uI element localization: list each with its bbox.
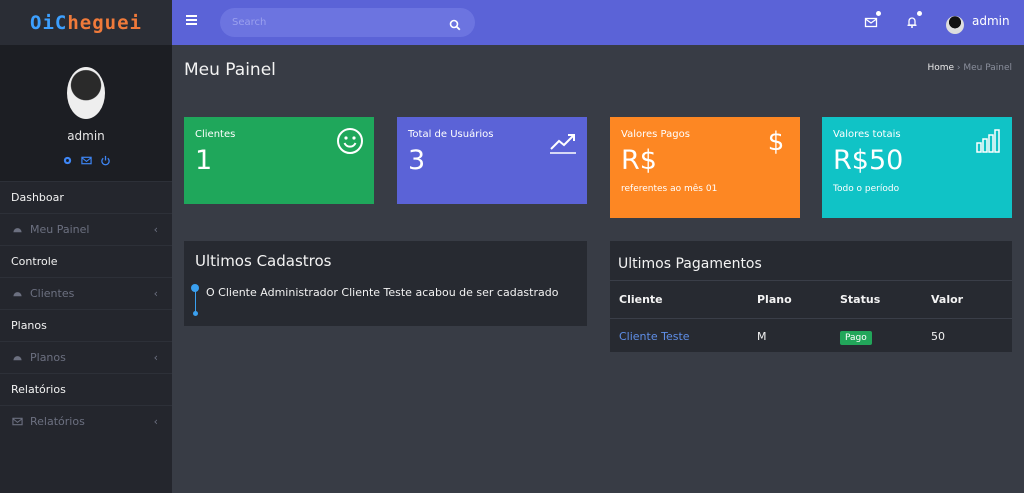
chevron-left-icon: ‹ xyxy=(153,287,158,300)
timeline-dot xyxy=(193,311,198,316)
app-logo[interactable]: Oi Chegue i xyxy=(0,0,172,45)
profile-avatar xyxy=(67,67,105,119)
breadcrumb-home[interactable]: Home xyxy=(927,63,954,73)
breadcrumb-current: Meu Painel xyxy=(963,63,1012,73)
timeline-entry: O Cliente Administrador Cliente Teste ac… xyxy=(206,286,559,299)
power-icon[interactable] xyxy=(100,151,111,166)
page-title: Meu Painel xyxy=(184,60,276,80)
dashboard-icon xyxy=(12,352,23,363)
card-valores-totais[interactable]: Valores totais R$50 Todo o período xyxy=(822,117,1012,218)
breadcrumb: Home › Meu Painel xyxy=(927,63,1012,73)
logo-mid: C xyxy=(54,11,68,34)
logo-prefix: Oi xyxy=(30,11,55,34)
timeline-line xyxy=(195,288,196,312)
search-icon[interactable] xyxy=(449,16,461,31)
client-link[interactable]: Cliente Teste xyxy=(619,330,690,343)
sidebar-item-meu-painel[interactable]: Meu Painel ‹ xyxy=(0,213,172,245)
payments-table: Cliente Plano Status Valor Cliente Teste… xyxy=(610,280,1012,355)
menu-header-planos: Planos xyxy=(0,309,172,341)
logo-tail: i xyxy=(129,11,142,34)
bell-icon[interactable] xyxy=(905,11,922,28)
sidebar-item-label: Relatórios xyxy=(30,415,85,428)
dashboard-icon xyxy=(12,224,23,235)
card-total-usuarios[interactable]: Total de Usuários 3 xyxy=(397,117,587,204)
table-row: Cliente Teste M Pago 50 xyxy=(610,319,1012,355)
status-badge: Pago xyxy=(840,331,872,346)
profile-name: admin xyxy=(67,129,105,143)
mail-icon[interactable] xyxy=(80,151,92,165)
sidebar-item-label: Meu Painel xyxy=(30,223,90,236)
sidebar-item-relatorios[interactable]: Relatórios ‹ xyxy=(0,405,172,437)
menu-header-controle: Controle xyxy=(0,245,172,277)
profile-block: admin xyxy=(0,45,172,181)
bar-chart-icon xyxy=(974,127,1002,155)
table-header-row: Cliente Plano Status Valor xyxy=(610,280,1012,319)
sidebar-item-label: Clientes xyxy=(30,287,75,300)
chevron-left-icon: ‹ xyxy=(153,351,158,364)
notification-dot xyxy=(917,11,922,16)
chevron-left-icon: ‹ xyxy=(153,223,158,236)
menu-toggle-icon[interactable] xyxy=(186,15,197,26)
sidebar: Oi Chegue i admin Dashboar Meu Painel ‹ Co… xyxy=(0,0,172,493)
chevron-left-icon: ‹ xyxy=(153,415,158,428)
trend-up-icon xyxy=(549,127,577,155)
user-menu-name[interactable]: admin xyxy=(972,14,1010,28)
notification-dot xyxy=(876,11,881,16)
user-avatar[interactable] xyxy=(946,16,964,34)
panel-title: Ultimos Cadastros xyxy=(195,252,332,270)
column-header: Valor xyxy=(931,280,1012,319)
profile-actions xyxy=(62,151,111,166)
card-valores-pagos[interactable]: Valores Pagos R$ referentes ao mês 01 $ xyxy=(610,117,800,218)
sidebar-item-clientes[interactable]: Clientes ‹ xyxy=(0,277,172,309)
card-clientes[interactable]: Clientes 1 xyxy=(184,117,374,204)
logo-suffix: hegue xyxy=(67,11,130,34)
gear-icon[interactable] xyxy=(62,151,73,165)
menu-header-relatorios: Relatórios xyxy=(0,373,172,405)
breadcrumb-separator: › xyxy=(954,63,964,73)
dollar-icon: $ xyxy=(762,127,790,157)
panel-ultimos-cadastros: Ultimos Cadastros O Cliente Administrado… xyxy=(184,241,587,326)
plan-cell: M xyxy=(757,330,767,344)
dashboard-icon xyxy=(12,288,23,299)
value-cell: 50 xyxy=(931,330,945,344)
menu-header-dashboard: Dashboar xyxy=(0,181,172,213)
sidebar-item-label: Planos xyxy=(30,351,66,364)
top-navbar: admin xyxy=(172,0,1024,45)
mail-icon xyxy=(12,416,23,427)
svg-text:$: $ xyxy=(768,127,785,155)
search-input[interactable] xyxy=(220,8,475,37)
panel-ultimos-pagamentos: Ultimos Pagamentos Cliente Plano Status … xyxy=(610,241,1012,352)
smiley-icon xyxy=(336,127,364,155)
messages-icon[interactable] xyxy=(864,11,881,28)
panel-title: Ultimos Pagamentos xyxy=(618,256,762,272)
column-header: Plano xyxy=(757,280,840,319)
sidebar-item-planos[interactable]: Planos ‹ xyxy=(0,341,172,373)
column-header: Status xyxy=(840,280,931,319)
card-subtitle: referentes ao mês 01 xyxy=(621,184,718,194)
column-header: Cliente xyxy=(610,280,757,319)
card-subtitle: Todo o período xyxy=(833,184,900,194)
